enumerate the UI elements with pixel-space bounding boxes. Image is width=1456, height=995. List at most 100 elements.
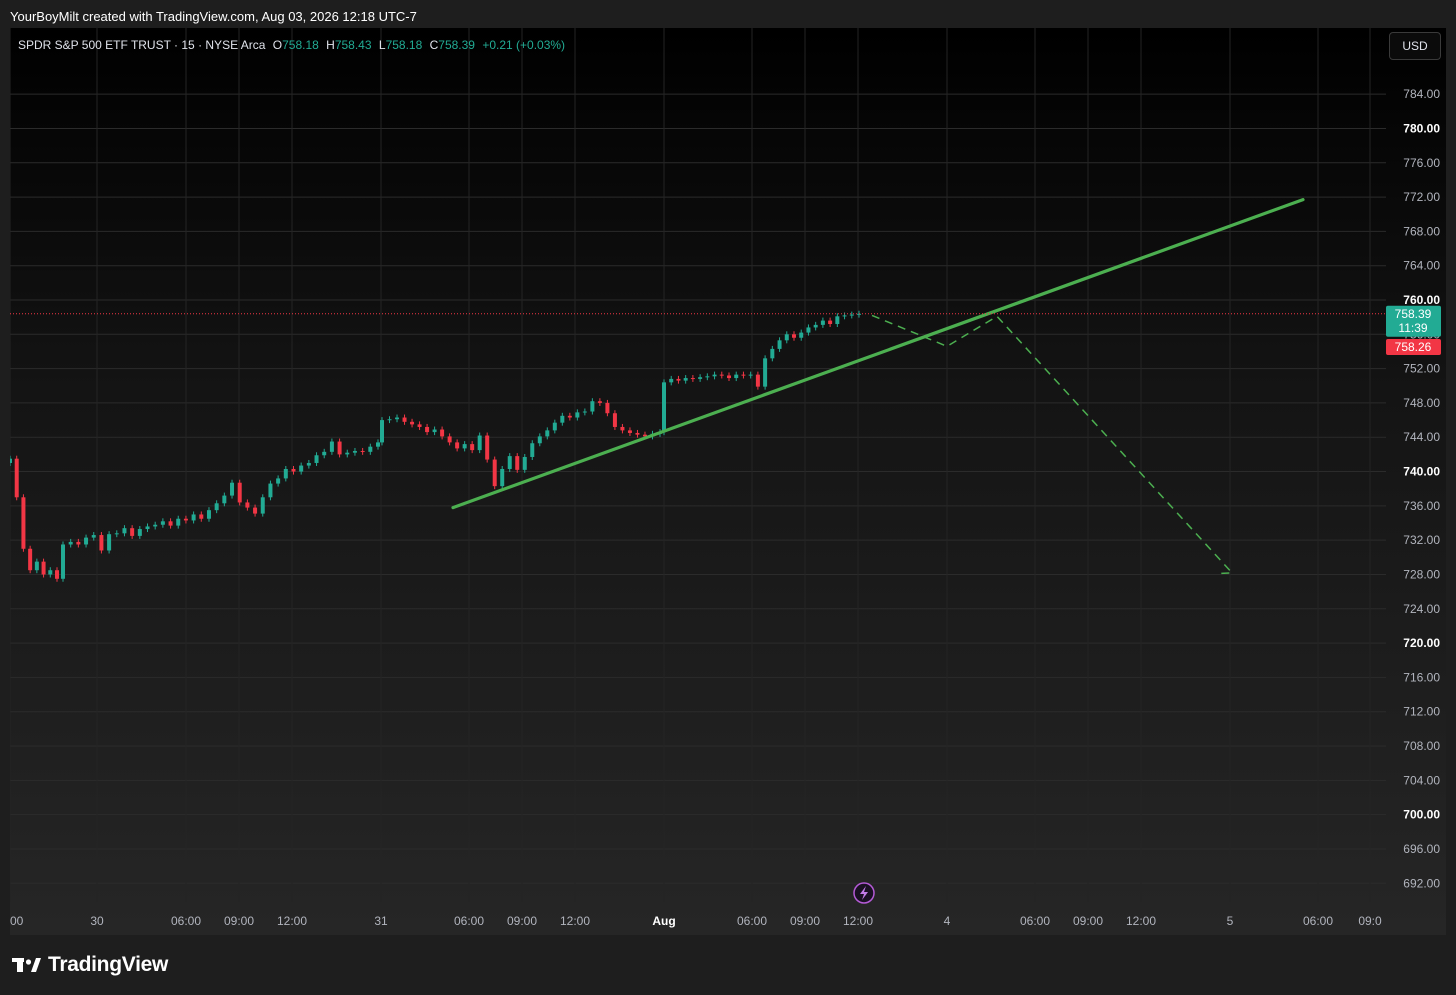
candle — [507, 453, 512, 472]
candle — [28, 545, 33, 574]
candle — [417, 421, 422, 430]
candle — [590, 398, 595, 415]
candle — [792, 331, 796, 341]
y-tick-label: 692.00 — [1403, 876, 1440, 890]
countdown-label: 11:39 — [1398, 321, 1427, 335]
candle-body — [683, 378, 688, 381]
x-tick-label: 06:00 — [454, 914, 484, 928]
candle — [222, 492, 227, 507]
candle — [690, 375, 695, 382]
candle-body — [777, 340, 782, 349]
candle-body — [425, 426, 430, 433]
candle — [763, 355, 768, 390]
candle-body — [199, 514, 204, 519]
y-tick-label: 708.00 — [1403, 739, 1440, 753]
candle — [470, 441, 475, 454]
candle — [34, 558, 39, 574]
candle-body — [676, 378, 681, 381]
candle — [462, 441, 467, 452]
candle-body — [230, 482, 235, 496]
lightning-icon[interactable] — [853, 882, 875, 904]
candle — [784, 331, 789, 344]
candle-body — [368, 446, 373, 452]
open-label: O — [272, 38, 283, 52]
candle-body — [410, 421, 415, 425]
candle-body — [500, 468, 505, 487]
candle — [387, 416, 392, 424]
candle-body — [690, 378, 695, 380]
candle — [727, 372, 731, 382]
candle-body — [168, 521, 173, 526]
y-tick-label: 740.00 — [1403, 465, 1440, 479]
candle-body — [590, 401, 595, 412]
candle — [130, 525, 135, 539]
candle-body — [153, 524, 158, 527]
candle — [322, 448, 327, 459]
close-label: C — [429, 38, 439, 52]
tradingview-brand: TradingView — [48, 953, 169, 976]
candle-body — [122, 528, 127, 534]
candle-body — [620, 426, 625, 431]
candle — [567, 412, 572, 421]
candle — [360, 447, 365, 455]
candle — [627, 427, 632, 436]
candle — [705, 373, 710, 381]
x-tick-label: 12:00 — [560, 914, 590, 928]
prev-close-label: 758.26 — [1395, 340, 1432, 354]
candle-body — [485, 435, 490, 460]
candle — [485, 432, 490, 463]
y-tick-label: 744.00 — [1403, 430, 1440, 444]
candle — [191, 511, 196, 524]
candle-body — [575, 412, 580, 418]
candle — [813, 321, 818, 331]
candle — [237, 479, 242, 506]
candle-body — [329, 441, 334, 452]
x-tick-label: 09:00 — [790, 914, 820, 928]
candle-body — [283, 468, 288, 479]
candle-body — [14, 458, 19, 498]
change-value: +0.21 (+0.03%) — [482, 38, 566, 52]
candle — [314, 452, 319, 466]
candle-body — [417, 424, 422, 427]
candle — [199, 511, 204, 522]
candle — [492, 456, 497, 490]
candle-body — [160, 521, 165, 525]
candle — [55, 567, 59, 582]
candle — [530, 440, 535, 460]
chart-panel[interactable]: SPDR S&P 500 ETF TRUST · 15 · NYSE Arca … — [10, 28, 1446, 935]
candle — [84, 534, 89, 548]
candle-body — [345, 452, 350, 455]
candle-body — [477, 435, 482, 451]
candle-body — [806, 327, 811, 333]
candle-body — [627, 430, 632, 433]
candle — [352, 447, 357, 456]
candle-body — [137, 529, 142, 536]
tradingview-logo[interactable]: TradingView — [12, 953, 168, 977]
high-label: H — [326, 38, 335, 52]
chart-credit: YourBoyMilt created with TradingView.com… — [0, 0, 1456, 28]
candle — [719, 371, 724, 379]
candle-body — [34, 561, 39, 571]
x-tick-label: 09:00 — [224, 914, 254, 928]
footer: TradingView — [0, 935, 1456, 995]
tradingview-logo-icon — [12, 958, 41, 972]
candle-body — [276, 478, 281, 484]
y-tick-label: 776.00 — [1403, 156, 1440, 170]
candle — [741, 371, 746, 379]
candle-body — [91, 535, 96, 538]
candle — [500, 465, 505, 490]
y-tick-label: 752.00 — [1403, 362, 1440, 376]
candle — [799, 329, 804, 341]
currency-button[interactable]: USD — [1389, 32, 1441, 60]
candle-body — [395, 417, 400, 420]
y-tick-label: 728.00 — [1403, 567, 1440, 581]
y-tick-label: 760.00 — [1403, 293, 1440, 307]
x-tick-label: Aug — [652, 914, 675, 928]
x-tick-label: 31 — [374, 914, 388, 928]
candle-body — [492, 459, 497, 487]
candle — [597, 398, 602, 406]
candle-body — [114, 533, 119, 535]
y-tick-label: 772.00 — [1403, 190, 1440, 204]
candle-body — [322, 451, 327, 456]
price-chart[interactable]: 784.00 780.00 776.00 772.00 768.00 764.00 760.… — [10, 28, 1446, 935]
